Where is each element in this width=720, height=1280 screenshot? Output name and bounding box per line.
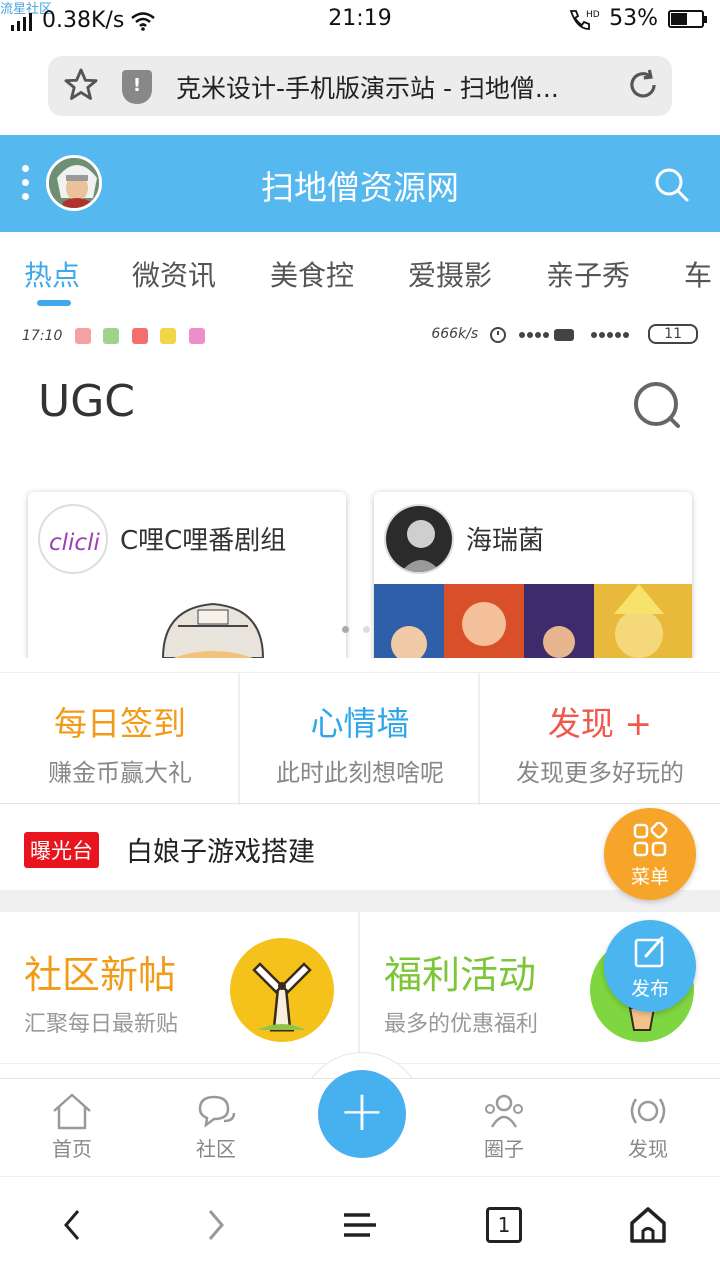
home-icon (53, 1093, 91, 1130)
category-tabs: 热点 微资讯 美食控 爱摄影 亲子秀 车 (0, 232, 720, 314)
nav-community-label: 社区 (196, 1137, 236, 1161)
edit-icon (634, 936, 664, 968)
app-header: 扫地僧资源网 (0, 135, 720, 232)
exposure-badge: 曝光台 (24, 832, 99, 868)
address-bar[interactable]: ! 克米设计-手机版演示站 - 扫地僧... (48, 56, 672, 116)
browser-bar: ! 克米设计-手机版演示站 - 扫地僧... (0, 40, 720, 135)
back-icon[interactable] (60, 1205, 84, 1245)
feature-title: 发现 + (547, 704, 653, 743)
card-name: C哩C哩番剧组 (120, 526, 287, 556)
system-nav: 1 (0, 1176, 720, 1280)
mood-wall[interactable]: 心情墙 此时此刻想啥呢 (240, 673, 480, 805)
publish-button[interactable]: 发布 (604, 920, 696, 1012)
status-right: HD 53% (567, 6, 707, 31)
section-divider (0, 890, 720, 912)
group-icon (485, 1094, 523, 1128)
app-icon (103, 328, 120, 344)
feature-title: 每日签到 (54, 704, 186, 743)
cartoon-image (161, 602, 265, 658)
nav-discover[interactable]: 发现 (598, 1091, 698, 1162)
banner-mini-battery: 11 (648, 324, 698, 344)
banner-card: clicli C哩C哩番剧组 (28, 492, 346, 658)
clicli-logo-text: clicli (49, 530, 100, 556)
nav-home[interactable]: 首页 (22, 1091, 122, 1162)
banner-mini-time: 17:10 (22, 328, 63, 344)
tab-car[interactable]: 车 (684, 254, 712, 294)
tab-family[interactable]: 亲子秀 (546, 254, 630, 294)
feature-subtitle: 发现更多好玩的 (516, 759, 684, 787)
home-icon[interactable] (628, 1205, 668, 1245)
block-title: 社区新帖 (24, 953, 177, 997)
community-new-posts[interactable]: 社区新帖 汇聚每日最新贴 (0, 912, 360, 1064)
tab-hot[interactable]: 热点 (24, 254, 80, 294)
signal-icon (519, 329, 575, 341)
anime-collage-image (374, 584, 692, 658)
broadcast-icon (630, 1098, 666, 1124)
card-avatar (384, 504, 454, 574)
chat-icon (198, 1095, 236, 1128)
forward-icon[interactable] (204, 1205, 228, 1245)
alarm-icon (490, 327, 507, 343)
tabs-count-button[interactable]: 1 (486, 1207, 522, 1243)
block-subtitle: 汇聚每日最新贴 (24, 1012, 179, 1037)
app-icon (188, 328, 205, 344)
nav-home-label: 首页 (52, 1137, 92, 1161)
search-icon[interactable] (652, 165, 692, 205)
nav-circle-label: 圈子 (484, 1137, 524, 1161)
banner-card: 海瑞菌 (374, 492, 692, 658)
active-tab-indicator (37, 300, 71, 306)
ugc-search-icon (634, 382, 680, 428)
tab-news[interactable]: 微资讯 (132, 254, 216, 294)
banner-mini-status: 17:10 (22, 328, 205, 344)
exposure-text[interactable]: 白娘子游戏搭建 (126, 830, 315, 869)
banner-mini-speed: 666k/s (431, 326, 479, 342)
battery-fill (671, 12, 687, 25)
nav-circle[interactable]: 圈子 (454, 1091, 554, 1162)
menu-button[interactable]: 菜单 (604, 808, 696, 900)
center-add-button[interactable]: + (318, 1070, 406, 1158)
feature-subtitle: 此时此刻想啥呢 (276, 759, 444, 787)
refresh-icon[interactable] (624, 66, 662, 104)
app-title: 扫地僧资源网 (261, 168, 459, 207)
feature-title: 心情墙 (310, 704, 410, 743)
app-icon (160, 328, 177, 344)
pager-dot (363, 626, 370, 633)
windmill-icon (230, 938, 334, 1042)
menu-lines-icon[interactable] (340, 1205, 380, 1245)
card-avatar: clicli (38, 504, 108, 574)
daily-checkin[interactable]: 每日签到 赚金币赢大礼 (0, 673, 240, 805)
ugc-heading: UGC (38, 376, 136, 427)
shield-icon[interactable]: ! (122, 70, 152, 104)
publish-label: 发布 (630, 978, 669, 1000)
block-subtitle: 最多的优惠福利 (384, 1012, 539, 1037)
feature-row: 每日签到 赚金币赢大礼 心情墙 此时此刻想啥呢 发现 + 发现更多好玩的 (0, 672, 720, 805)
discover-more[interactable]: 发现 + 发现更多好玩的 (480, 673, 720, 805)
status-bar: 流星社区 0.38K/s 21:19 HD 53% (0, 0, 720, 40)
menu-label: 菜单 (630, 866, 669, 888)
grid-menu-icon (633, 822, 668, 857)
tab-food[interactable]: 美食控 (270, 254, 354, 294)
app-icon (74, 328, 91, 344)
svg-text:HD: HD (586, 10, 599, 20)
nav-community[interactable]: 社区 (166, 1091, 266, 1162)
page-title-url[interactable]: 克米设计-手机版演示站 - 扫地僧... (176, 69, 606, 105)
feature-subtitle: 赚金币赢大礼 (48, 759, 192, 787)
card-name: 海瑞菌 (466, 526, 545, 556)
hd-call-icon: HD (569, 10, 599, 30)
block-title: 福利活动 (384, 953, 537, 997)
pager-dot (342, 626, 349, 633)
tab-photo[interactable]: 爱摄影 (408, 254, 492, 294)
star-icon[interactable] (62, 66, 100, 104)
battery-icon (668, 9, 707, 28)
slider-pager (342, 618, 384, 637)
banner-slider[interactable]: 17:10 666k/s 11 UGC clicli C哩C哩番剧组 海瑞菌 (0, 314, 720, 658)
signal-icon (591, 332, 630, 338)
banner-mini-right: 666k/s 11 (431, 324, 698, 344)
nav-discover-label: 发现 (628, 1137, 668, 1161)
battery-percent: 53% (609, 6, 658, 31)
app-icon (131, 328, 148, 344)
